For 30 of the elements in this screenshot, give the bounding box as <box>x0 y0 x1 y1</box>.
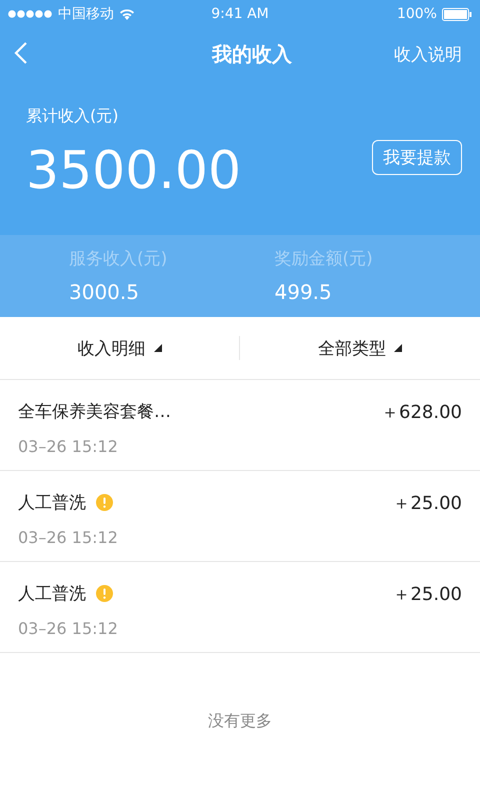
stat-label: 奖励金额(元) <box>274 248 374 270</box>
page-title: 我的收入 <box>212 40 292 68</box>
income-record[interactable]: 人工普洗 03–26 15:12 ＋25.00 <box>0 471 480 562</box>
record-time: 03–26 15:12 <box>18 437 119 456</box>
stat-value: 3000.5 <box>69 280 140 304</box>
battery-percent: 100% <box>396 6 437 22</box>
caret-icon <box>154 344 162 352</box>
record-amount: ＋628.00 <box>381 401 462 425</box>
stat-label: 服务收入(元) <box>69 248 168 270</box>
battery-icon <box>442 8 472 20</box>
income-record[interactable]: 全车保养美容套餐… 03–26 15:12 ＋628.00 <box>0 380 480 471</box>
record-amount: ＋25.00 <box>392 492 462 516</box>
wifi-icon <box>119 8 135 20</box>
record-time: 03–26 15:12 <box>18 619 118 638</box>
carrier-name: 中国移动 <box>58 5 114 23</box>
total-income-amount: 3500.00 <box>26 141 242 201</box>
caret-icon <box>394 344 402 352</box>
record-title: 人工普洗 <box>18 492 86 514</box>
record-title: 人工普洗 <box>18 583 86 605</box>
record-amount: ＋25.00 <box>392 583 462 607</box>
no-more-text: 没有更多 <box>208 711 272 731</box>
status-time: 9:41 AM <box>211 6 269 22</box>
filter-dropdown[interactable]: 全部类型 <box>240 336 480 360</box>
income-record[interactable]: 人工普洗 03–26 15:12 ＋25.00 <box>0 562 480 653</box>
signal-icon <box>8 10 53 18</box>
stat-value: 499.5 <box>274 280 333 304</box>
record-title: 全车保养美容套餐… <box>18 401 171 423</box>
filter-dropdown[interactable]: 收入明细 <box>0 336 240 360</box>
total-income-label: 累计收入(元) <box>26 106 120 127</box>
record-time: 03–26 15:12 <box>18 528 118 547</box>
